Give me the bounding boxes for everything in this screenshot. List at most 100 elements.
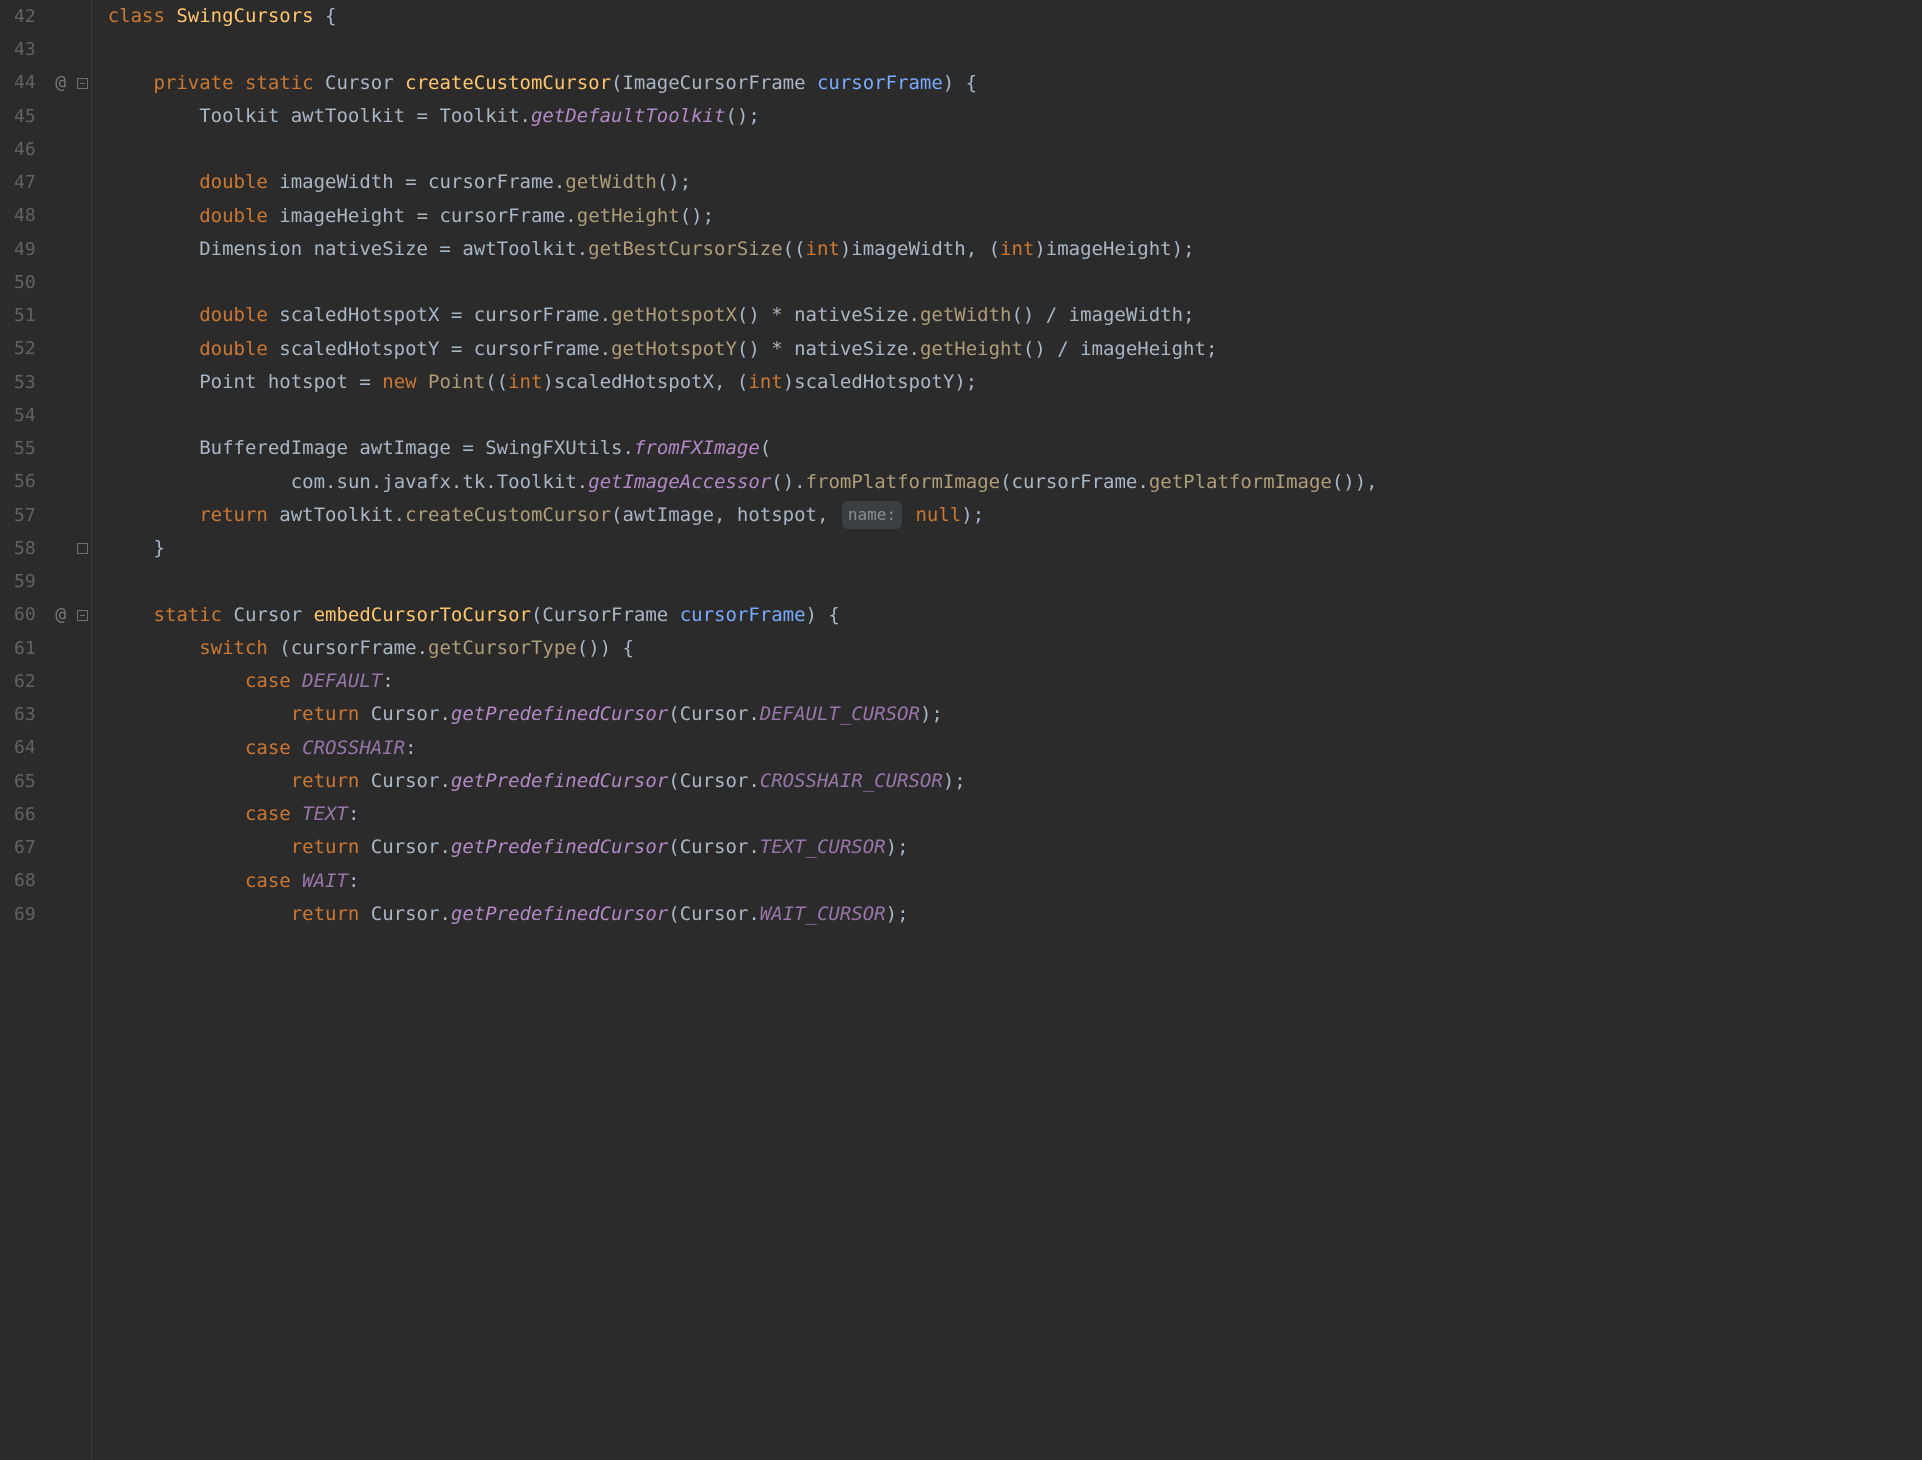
code-line[interactable]: return Cursor.getPredefinedCursor(Cursor… (108, 831, 1922, 864)
code-line[interactable]: private static Cursor createCustomCursor… (108, 67, 1922, 100)
code-token: ()) { (577, 632, 634, 665)
code-token: . (565, 200, 576, 233)
line-number[interactable]: 49 (14, 233, 36, 266)
code-line[interactable]: double scaledHotspotY = cursorFrame.getH… (108, 333, 1922, 366)
line-annotation (48, 200, 74, 233)
line-number[interactable]: 63 (14, 698, 36, 731)
code-token: Cursor (371, 898, 440, 931)
line-number[interactable]: 65 (14, 765, 36, 798)
line-number[interactable]: 43 (14, 33, 36, 66)
fold-marker-cell (74, 466, 91, 499)
code-line[interactable]: Dimension nativeSize = awtToolkit.getBes… (108, 233, 1922, 266)
code-line[interactable]: static Cursor embedCursorToCursor(Cursor… (108, 599, 1922, 632)
fold-marker-cell[interactable] (74, 599, 91, 632)
code-token: return (291, 765, 371, 798)
fold-marker-cell[interactable] (74, 532, 91, 565)
code-token (108, 100, 200, 133)
code-token (108, 765, 291, 798)
annotation-gutter[interactable]: @@ (48, 0, 74, 1460)
code-token: getPredefinedCursor (451, 765, 668, 798)
code-line[interactable]: case DEFAULT: (108, 665, 1922, 698)
code-token: = (439, 333, 473, 366)
code-line[interactable]: double scaledHotspotX = cursorFrame.getH… (108, 299, 1922, 332)
code-token: ( (668, 698, 679, 731)
code-line[interactable] (108, 565, 1922, 598)
line-annotation[interactable]: @ (48, 67, 74, 100)
code-token: ); (961, 499, 984, 532)
code-line[interactable]: class SwingCursors { (108, 0, 1922, 33)
line-number[interactable]: 57 (14, 499, 36, 532)
code-line[interactable]: return awtToolkit.createCustomCursor(awt… (108, 499, 1922, 532)
line-number[interactable]: 47 (14, 166, 36, 199)
code-token (108, 299, 200, 332)
line-number[interactable]: 61 (14, 632, 36, 665)
code-area[interactable]: class SwingCursors { private static Curs… (92, 0, 1922, 1460)
line-number[interactable]: 64 (14, 732, 36, 765)
line-number[interactable]: 56 (14, 466, 36, 499)
line-number[interactable]: 42 (14, 0, 36, 33)
line-number[interactable]: 58 (14, 532, 36, 565)
code-token: getCursorType (428, 632, 577, 665)
fold-gutter[interactable] (74, 0, 92, 1460)
line-annotation (48, 466, 74, 499)
code-token (108, 166, 200, 199)
code-line[interactable]: case TEXT: (108, 798, 1922, 831)
code-line[interactable]: switch (cursorFrame.getCursorType()) { (108, 632, 1922, 665)
fold-collapse-icon[interactable] (77, 78, 88, 89)
line-number[interactable]: 59 (14, 565, 36, 598)
line-annotation (48, 299, 74, 332)
line-number[interactable]: 44 (14, 67, 36, 100)
code-token: getHeight (577, 200, 680, 233)
line-number[interactable]: 69 (14, 898, 36, 931)
line-number[interactable]: 50 (14, 266, 36, 299)
code-token: ); (1172, 233, 1195, 266)
fold-marker-cell[interactable] (74, 67, 91, 100)
code-line[interactable]: return Cursor.getPredefinedCursor(Cursor… (108, 898, 1922, 931)
code-line[interactable]: return Cursor.getPredefinedCursor(Cursor… (108, 698, 1922, 731)
line-annotation (48, 565, 74, 598)
code-line[interactable]: } (108, 532, 1922, 565)
code-token: CROSSHAIR_CURSOR (760, 765, 943, 798)
fold-collapse-icon[interactable] (77, 610, 88, 621)
code-line[interactable]: Point hotspot = new Point((int)scaledHot… (108, 366, 1922, 399)
line-annotation[interactable]: @ (48, 599, 74, 632)
code-line[interactable] (108, 133, 1922, 166)
code-line[interactable]: com.sun.javafx.tk.Toolkit.getImageAccess… (108, 466, 1922, 499)
code-token: , ( (966, 233, 1000, 266)
code-line[interactable]: double imageHeight = cursorFrame.getHeig… (108, 200, 1922, 233)
line-number[interactable]: 53 (14, 366, 36, 399)
line-number[interactable]: 52 (14, 333, 36, 366)
code-token: = (348, 366, 382, 399)
code-token: createCustomCursor (405, 499, 611, 532)
line-annotation (48, 732, 74, 765)
code-line[interactable]: double imageWidth = cursorFrame.getWidth… (108, 166, 1922, 199)
line-number[interactable]: 66 (14, 798, 36, 831)
line-number[interactable]: 62 (14, 665, 36, 698)
code-editor[interactable]: 4243444546474849505152535455565758596061… (0, 0, 1922, 1460)
code-token: : (405, 732, 416, 765)
line-number[interactable]: 67 (14, 831, 36, 864)
line-number[interactable]: 68 (14, 865, 36, 898)
code-token: cursorFrame (474, 333, 600, 366)
line-number[interactable]: 48 (14, 200, 36, 233)
line-number[interactable]: 46 (14, 133, 36, 166)
code-token: (); (725, 100, 759, 133)
line-number-gutter[interactable]: 4243444546474849505152535455565758596061… (0, 0, 48, 1460)
fold-marker-cell (74, 865, 91, 898)
code-line[interactable]: return Cursor.getPredefinedCursor(Cursor… (108, 765, 1922, 798)
code-line[interactable]: Toolkit awtToolkit = Toolkit.getDefaultT… (108, 100, 1922, 133)
code-line[interactable]: BufferedImage awtImage = SwingFXUtils.fr… (108, 432, 1922, 465)
line-number[interactable]: 60 (14, 599, 36, 632)
code-line[interactable] (108, 399, 1922, 432)
code-line[interactable] (108, 266, 1922, 299)
fold-end-icon[interactable] (77, 543, 88, 554)
fold-marker-cell (74, 632, 91, 665)
line-number[interactable]: 55 (14, 432, 36, 465)
line-number[interactable]: 51 (14, 299, 36, 332)
code-line[interactable]: case CROSSHAIR: (108, 732, 1922, 765)
line-number[interactable]: 45 (14, 100, 36, 133)
code-line[interactable] (108, 33, 1922, 66)
code-line[interactable]: case WAIT: (108, 865, 1922, 898)
line-annotation (48, 432, 74, 465)
line-number[interactable]: 54 (14, 399, 36, 432)
